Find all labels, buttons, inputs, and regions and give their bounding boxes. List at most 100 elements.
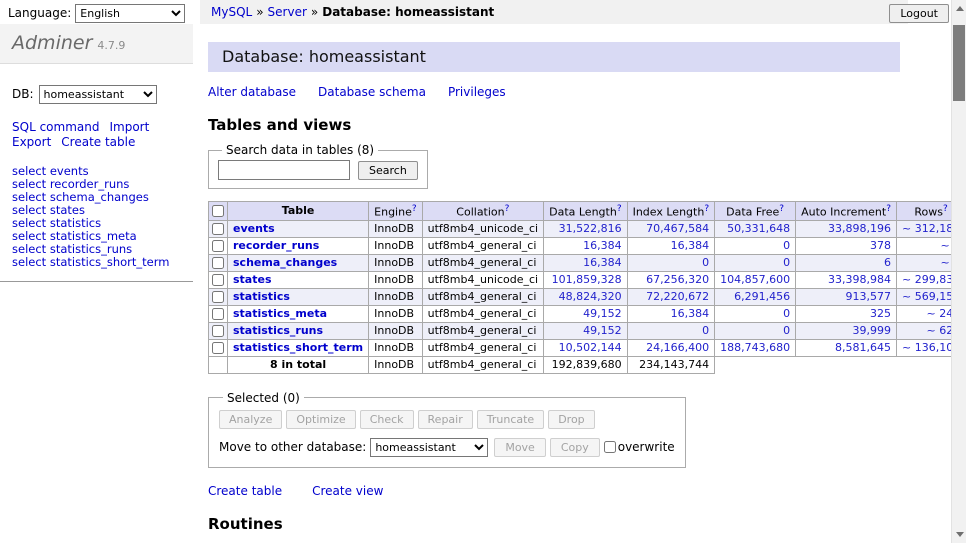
column-header-data-free: Data Free? bbox=[715, 202, 796, 221]
privileges-link[interactable]: Privileges bbox=[448, 85, 506, 99]
table-name-link[interactable]: statistics bbox=[233, 290, 290, 303]
app-version: 4.7.9 bbox=[97, 39, 125, 52]
help-icon[interactable]: ? bbox=[412, 204, 417, 214]
repair-button[interactable]: Repair bbox=[418, 410, 473, 429]
table-header-row: Table Engine? Collation? Data Length? In… bbox=[209, 202, 966, 221]
help-icon[interactable]: ? bbox=[505, 204, 510, 214]
overwrite-label: overwrite bbox=[618, 440, 675, 454]
table-row: states InnoDB utf8mb4_unicode_ci 101,859… bbox=[209, 271, 966, 288]
table-row: events InnoDB utf8mb4_unicode_ci 31,522,… bbox=[209, 220, 966, 237]
table-name-link[interactable]: schema_changes bbox=[233, 256, 337, 269]
app-brand: Adminer 4.7.9 bbox=[0, 24, 193, 64]
sidebar-link-schema-changes[interactable]: select schema_changes bbox=[12, 190, 149, 204]
column-header-data-length: Data Length? bbox=[544, 202, 627, 221]
table-row: statistics_runs InnoDB utf8mb4_general_c… bbox=[209, 322, 966, 339]
db-label: DB: bbox=[12, 87, 34, 101]
scrollbar-down-icon[interactable] bbox=[956, 532, 964, 537]
sql-command-link[interactable]: SQL command bbox=[12, 120, 99, 134]
table-row: recorder_runs InnoDB utf8mb4_general_ci … bbox=[209, 237, 966, 254]
total-label: 8 in total bbox=[228, 356, 369, 373]
language-select[interactable]: English bbox=[75, 4, 185, 23]
search-legend: Search data in tables (8) bbox=[222, 143, 378, 157]
help-icon[interactable]: ? bbox=[886, 204, 891, 214]
row-checkbox[interactable] bbox=[212, 342, 224, 354]
search-input[interactable] bbox=[218, 160, 350, 180]
create-table-link-main[interactable]: Create table bbox=[208, 484, 282, 498]
drop-button[interactable]: Drop bbox=[548, 410, 594, 429]
table-name-link[interactable]: statistics_meta bbox=[233, 307, 327, 320]
breadcrumb-separator: » bbox=[311, 5, 318, 19]
select-all-checkbox[interactable] bbox=[212, 205, 224, 217]
app-name: Adminer bbox=[12, 32, 92, 54]
sidebar-link-recorder-runs[interactable]: select recorder_runs bbox=[12, 177, 129, 191]
move-db-select[interactable]: homeassistant bbox=[370, 438, 488, 457]
database-links: Alter database Database schema Privileges bbox=[208, 85, 960, 99]
create-table-link[interactable]: Create table bbox=[61, 135, 135, 149]
row-checkbox[interactable] bbox=[212, 325, 224, 337]
scrollbar[interactable] bbox=[951, 0, 966, 543]
search-button[interactable]: Search bbox=[358, 161, 418, 180]
row-checkbox[interactable] bbox=[212, 308, 224, 320]
sidebar-link-statistics-meta[interactable]: select statistics_meta bbox=[12, 229, 137, 243]
column-header-engine: Engine? bbox=[369, 202, 422, 221]
help-icon[interactable]: ? bbox=[704, 204, 709, 214]
row-checkbox[interactable] bbox=[212, 223, 224, 235]
alter-database-link[interactable]: Alter database bbox=[208, 85, 296, 99]
sidebar-actions: SQL command Import Export Create table bbox=[12, 120, 181, 150]
row-checkbox[interactable] bbox=[212, 240, 224, 252]
sidebar-tables-list: select events select recorder_runs selec… bbox=[0, 165, 193, 282]
table-name-link[interactable]: statistics_short_term bbox=[233, 341, 363, 354]
breadcrumb-server-link[interactable]: Server bbox=[268, 5, 307, 19]
logout-button[interactable]: Logout bbox=[889, 4, 949, 23]
truncate-button[interactable]: Truncate bbox=[477, 410, 544, 429]
row-checkbox[interactable] bbox=[212, 257, 224, 269]
sidebar-link-statistics[interactable]: select statistics bbox=[12, 216, 101, 230]
db-select[interactable]: homeassistant bbox=[39, 85, 157, 104]
database-schema-link[interactable]: Database schema bbox=[318, 85, 426, 99]
selected-legend: Selected (0) bbox=[223, 391, 304, 405]
help-icon[interactable]: ? bbox=[943, 204, 948, 214]
overwrite-checkbox[interactable] bbox=[604, 441, 616, 453]
language-label: Language: bbox=[8, 6, 71, 20]
table-name-link[interactable]: recorder_runs bbox=[233, 239, 319, 252]
tables-and-views-heading: Tables and views bbox=[208, 116, 960, 134]
breadcrumb-system-link[interactable]: MySQL bbox=[211, 5, 252, 19]
tables-overview-table: Table Engine? Collation? Data Length? In… bbox=[208, 201, 966, 374]
scrollbar-up-icon[interactable] bbox=[956, 6, 964, 11]
bulk-actions: AnalyzeOptimize CheckRepairTruncateDrop bbox=[219, 410, 675, 429]
main-content: Database: homeassistant Alter database Da… bbox=[200, 24, 960, 543]
scrollbar-thumb[interactable] bbox=[953, 25, 965, 101]
sidebar-link-events[interactable]: select events bbox=[12, 164, 89, 178]
breadcrumb: MySQL»Server»Database: homeassistant bbox=[200, 0, 908, 24]
export-link[interactable]: Export bbox=[12, 135, 51, 149]
search-fieldset: Search data in tables (8) Search bbox=[208, 143, 428, 189]
sidebar-link-statistics-short-term[interactable]: select statistics_short_term bbox=[12, 255, 169, 269]
sidebar-link-states[interactable]: select states bbox=[12, 203, 85, 217]
move-label: Move to other database: bbox=[219, 440, 366, 454]
selected-fieldset: Selected (0) AnalyzeOptimize CheckRepairT… bbox=[208, 391, 686, 468]
table-name-link[interactable]: events bbox=[233, 222, 275, 235]
create-view-link[interactable]: Create view bbox=[312, 484, 383, 498]
help-icon[interactable]: ? bbox=[617, 204, 622, 214]
table-name-link[interactable]: statistics_runs bbox=[233, 324, 323, 337]
table-row: statistics InnoDB utf8mb4_general_ci 48,… bbox=[209, 288, 966, 305]
optimize-button[interactable]: Optimize bbox=[286, 410, 355, 429]
db-selector: DB: homeassistant bbox=[12, 85, 181, 104]
column-header-collation: Collation? bbox=[422, 202, 543, 221]
table-name-link[interactable]: states bbox=[233, 273, 272, 286]
copy-button[interactable]: Copy bbox=[550, 438, 600, 457]
row-checkbox[interactable] bbox=[212, 291, 224, 303]
page-title: Database: homeassistant bbox=[208, 42, 900, 72]
column-header-index-length: Index Length? bbox=[627, 202, 715, 221]
sidebar-link-statistics-runs[interactable]: select statistics_runs bbox=[12, 242, 132, 256]
column-header-auto-increment: Auto Increment? bbox=[796, 202, 897, 221]
routines-heading: Routines bbox=[208, 515, 960, 533]
import-link[interactable]: Import bbox=[109, 120, 149, 134]
analyze-button[interactable]: Analyze bbox=[219, 410, 282, 429]
sidebar: Adminer 4.7.9 DB: homeassistant SQL comman… bbox=[0, 24, 193, 543]
check-button[interactable]: Check bbox=[360, 410, 414, 429]
row-checkbox[interactable] bbox=[212, 274, 224, 286]
help-icon[interactable]: ? bbox=[779, 204, 784, 214]
list-item: select statistics_short_term bbox=[12, 256, 181, 269]
move-button[interactable]: Move bbox=[494, 438, 546, 457]
